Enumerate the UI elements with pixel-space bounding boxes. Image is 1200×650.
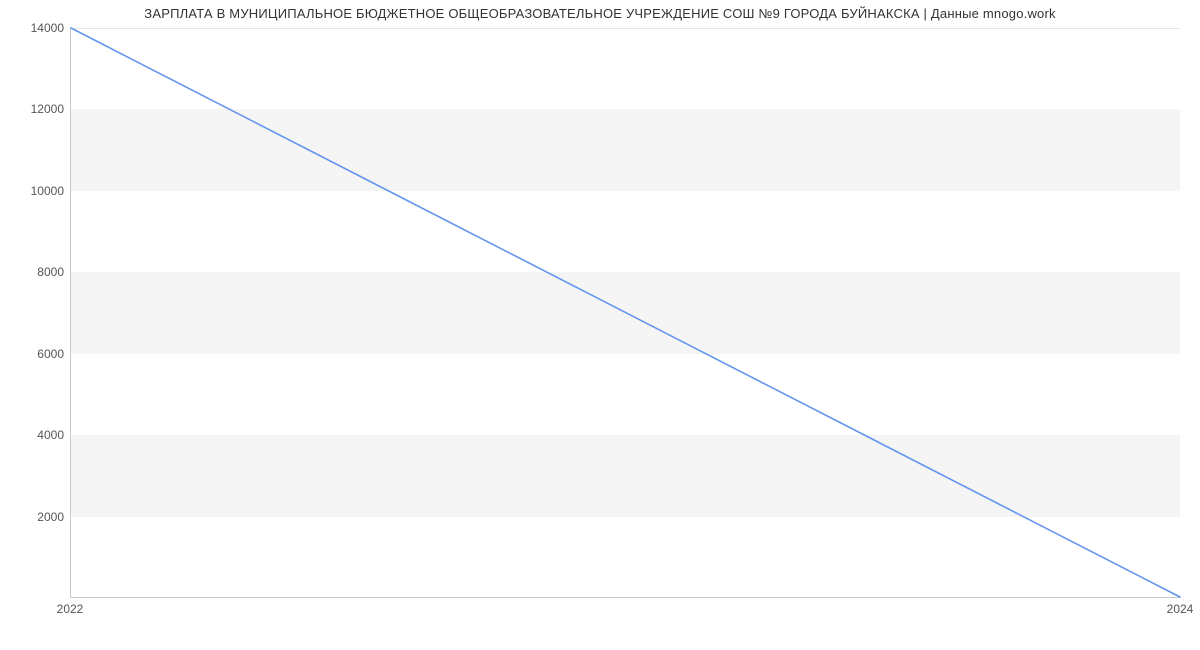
y-tick-label: 14000	[8, 21, 64, 35]
plot-area	[70, 28, 1180, 598]
chart-title: ЗАРПЛАТА В МУНИЦИПАЛЬНОЕ БЮДЖЕТНОЕ ОБЩЕО…	[0, 6, 1200, 21]
y-tick-label: 4000	[8, 428, 64, 442]
line-path	[71, 28, 1180, 597]
chart-container: ЗАРПЛАТА В МУНИЦИПАЛЬНОЕ БЮДЖЕТНОЕ ОБЩЕО…	[0, 0, 1200, 650]
y-tick-label: 2000	[8, 510, 64, 524]
y-tick-label: 10000	[8, 184, 64, 198]
y-tick-label: 8000	[8, 265, 64, 279]
y-tick-label: 12000	[8, 102, 64, 116]
line-series	[71, 28, 1180, 597]
x-tick-label: 2024	[1167, 602, 1194, 616]
y-tick-label: 6000	[8, 347, 64, 361]
x-tick-label: 2022	[57, 602, 84, 616]
